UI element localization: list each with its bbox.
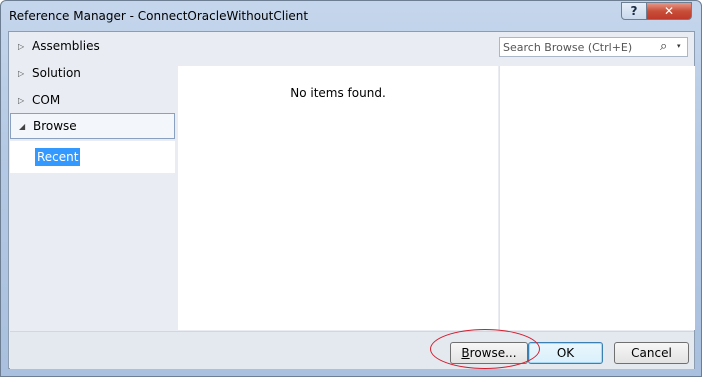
search-icon[interactable]: ⌕ [660,39,667,54]
browse-label: rowse... [469,346,517,360]
results-list: No items found. [178,66,498,330]
browse-accesskey: B [461,346,470,360]
nav-item-label: COM [32,93,61,107]
button-bar: Browse... OK Cancel [10,329,694,369]
reference-manager-dialog: Reference Manager - ConnectOracleWithout… [0,0,702,377]
empty-message: No items found. [290,86,386,100]
close-button[interactable]: ✕ [646,2,692,20]
nav-item-assemblies[interactable]: ▷ Assemblies [10,33,174,59]
search-box[interactable]: ⌕ ▾ [499,37,688,57]
nav-item-solution[interactable]: ▷ Solution [10,60,174,86]
collapse-arrow-icon: ◢ [19,121,26,131]
browse-button[interactable]: Browse... [450,342,528,364]
nav-item-browse[interactable]: ◢ Browse [10,113,175,139]
category-nav: ▷ Assemblies ▷ Solution ▷ COM ◢ Browse R… [10,33,178,331]
search-input[interactable] [503,39,653,55]
expand-arrow-icon: ▷ [18,68,25,78]
nav-subitem-recent[interactable]: Recent [35,148,81,166]
nav-item-label: Solution [32,66,81,80]
title-bar: Reference Manager - ConnectOracleWithout… [1,1,701,31]
nav-item-label: Browse [33,119,77,133]
dialog-client-area: ▷ Assemblies ▷ Solution ▷ COM ◢ Browse R… [8,31,695,369]
help-button[interactable]: ? [621,2,647,20]
chevron-down-icon[interactable]: ▾ [677,42,681,50]
ok-button[interactable]: OK [528,342,603,364]
details-panel [499,66,695,330]
nav-item-com[interactable]: ▷ COM [10,87,174,113]
cancel-button[interactable]: Cancel [614,342,689,364]
nav-item-label: Assemblies [32,39,100,53]
expand-arrow-icon: ▷ [18,95,25,105]
window-title: Reference Manager - ConnectOracleWithout… [9,9,309,23]
expand-arrow-icon: ▷ [18,41,25,51]
browse-subitems: Recent [10,141,175,173]
